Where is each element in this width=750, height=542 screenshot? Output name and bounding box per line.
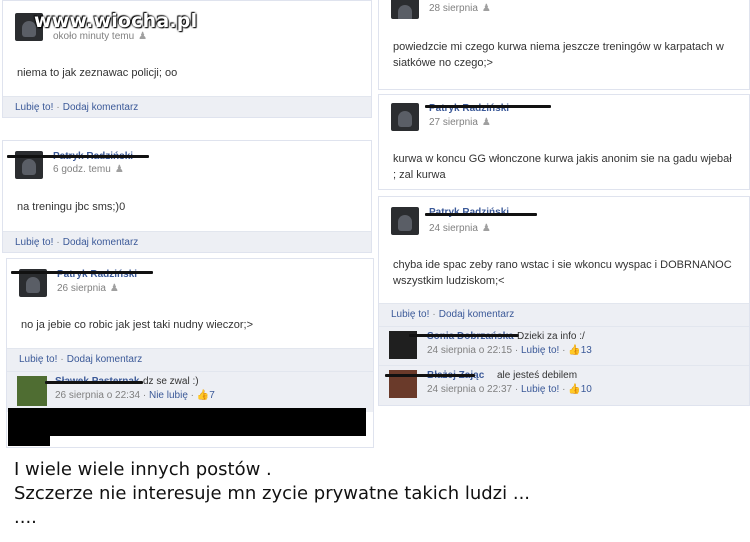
like-count[interactable]: 13 [581, 345, 592, 356]
watermark-logo: www.wiocha.pl [34, 10, 198, 32]
post-card-5: Patryk Radziński 27 sierpnia ♟ kurwa w ko… [378, 94, 750, 190]
comment-text: ale jesteś debilem [497, 370, 578, 381]
like-link[interactable]: Lubię to! [15, 102, 53, 113]
redaction-bar [425, 105, 551, 108]
like-link[interactable]: Lubię to! [15, 237, 53, 248]
post-actions: Lubię to! · Dodaj komentarz [7, 348, 373, 371]
friends-icon: ♟ [481, 223, 491, 234]
add-comment-link[interactable]: Dodaj komentarz [439, 309, 515, 320]
caption-line-2: Szczerze nie interesuje mn zycie prywatn… [14, 483, 531, 504]
commenter-avatar[interactable] [17, 376, 47, 406]
add-comment-link[interactable]: Dodaj komentarz [67, 354, 143, 365]
post-timestamp: 27 sierpnia ♟ [429, 117, 491, 128]
post-timestamp: 28 sierpnia ♟ [429, 3, 491, 14]
redaction-bar [11, 271, 153, 274]
post-actions: Lubię to! · Dodaj komentarz [379, 303, 749, 326]
post-message: niema to jak zeznawac policji; oo [17, 67, 178, 79]
like-count[interactable]: 7 [209, 390, 215, 401]
post-card-4: 28 sierpnia ♟ powiedzcie mi czego kurwa n… [378, 0, 750, 90]
post-timestamp: 24 sierpnia ♟ [429, 223, 491, 234]
thumbs-up-icon: 👍 [568, 384, 581, 395]
comment-text: dz se zwal :) [143, 376, 199, 387]
comment-item: Sonia Dobrzańska Dzieki za info :/ 24 si… [379, 326, 749, 365]
post-timestamp: 26 sierpnia ♟ [57, 283, 119, 294]
like-link[interactable]: Lubię to! [391, 309, 429, 320]
thumbs-up-icon: 👍 [196, 390, 210, 401]
like-link[interactable]: Lubię to! [521, 384, 559, 395]
post-card-2: Patryk Radziński 6 godz. temu♟ na trenin… [2, 140, 372, 253]
redacted-block [8, 408, 366, 436]
comment-item: Sławek Pasternak dz se zwal :) 26 sierpn… [7, 371, 373, 412]
redaction-bar [409, 334, 519, 337]
post-message: powiedzcie mi czego kurwa niema jeszcze … [393, 41, 724, 69]
redaction-bar [7, 155, 149, 158]
post-timestamp: 6 godz. temu ♟ [53, 164, 124, 175]
like-link[interactable]: Lubię to! [19, 354, 57, 365]
comment-meta: 24 sierpnia o 22:15 · Lubię to! · 👍13 [427, 345, 592, 356]
unlike-link[interactable]: Nie lubię [149, 390, 188, 401]
avatar[interactable] [391, 207, 419, 235]
add-comment-link[interactable]: Dodaj komentarz [63, 237, 139, 248]
comment-meta: 24 sierpnia o 22:37 · Lubię to! · 👍10 [427, 384, 592, 395]
post-message: kurwa w koncu GG włonczone kurwa jakis a… [393, 153, 732, 181]
friends-icon: ♟ [109, 283, 119, 294]
post-message: no ja jebie co robic jak jest taki nudny… [21, 319, 254, 331]
redaction-bar [45, 381, 143, 384]
post-actions: Lubię to! · Dodaj komentarz [3, 231, 371, 252]
post-message: na treningu jbc sms;)0 [17, 201, 126, 213]
comment-meta: 26 sierpnia o 22:34 · Nie lubię · 👍7 [55, 390, 215, 401]
redaction-bar [425, 213, 537, 216]
redaction-bar [385, 374, 475, 377]
avatar[interactable] [391, 103, 419, 131]
friends-icon: ♟ [481, 117, 491, 128]
thumbs-up-icon: 👍 [568, 345, 581, 356]
avatar[interactable] [391, 0, 419, 19]
post-message: chyba ide spac zeby rano wstac i sie wko… [393, 259, 732, 287]
post-timestamp: około minuty temu ♟ [53, 31, 148, 42]
comment-text: Dzieki za info :/ [517, 331, 585, 342]
like-count[interactable]: 10 [581, 384, 592, 395]
redacted-block [8, 434, 50, 446]
caption-line-3: .... [14, 507, 37, 528]
friends-icon: ♟ [481, 3, 491, 14]
caption-text: I wiele wiele innych postów . Szczerze n… [14, 458, 530, 530]
like-link[interactable]: Lubię to! [521, 345, 559, 356]
friends-icon: ♟ [114, 164, 124, 175]
comment-item: Błażej Zając ale jesteś debilem 24 sierp… [379, 365, 749, 405]
add-comment-link[interactable]: Dodaj komentarz [63, 102, 139, 113]
friends-icon: ♟ [138, 31, 148, 42]
post-actions: Lubię to! · Dodaj komentarz [3, 96, 371, 117]
caption-line-1: I wiele wiele innych postów . [14, 459, 272, 480]
post-card-6: Patryk Radziński 24 sierpnia♟ chyba ide … [378, 196, 750, 406]
